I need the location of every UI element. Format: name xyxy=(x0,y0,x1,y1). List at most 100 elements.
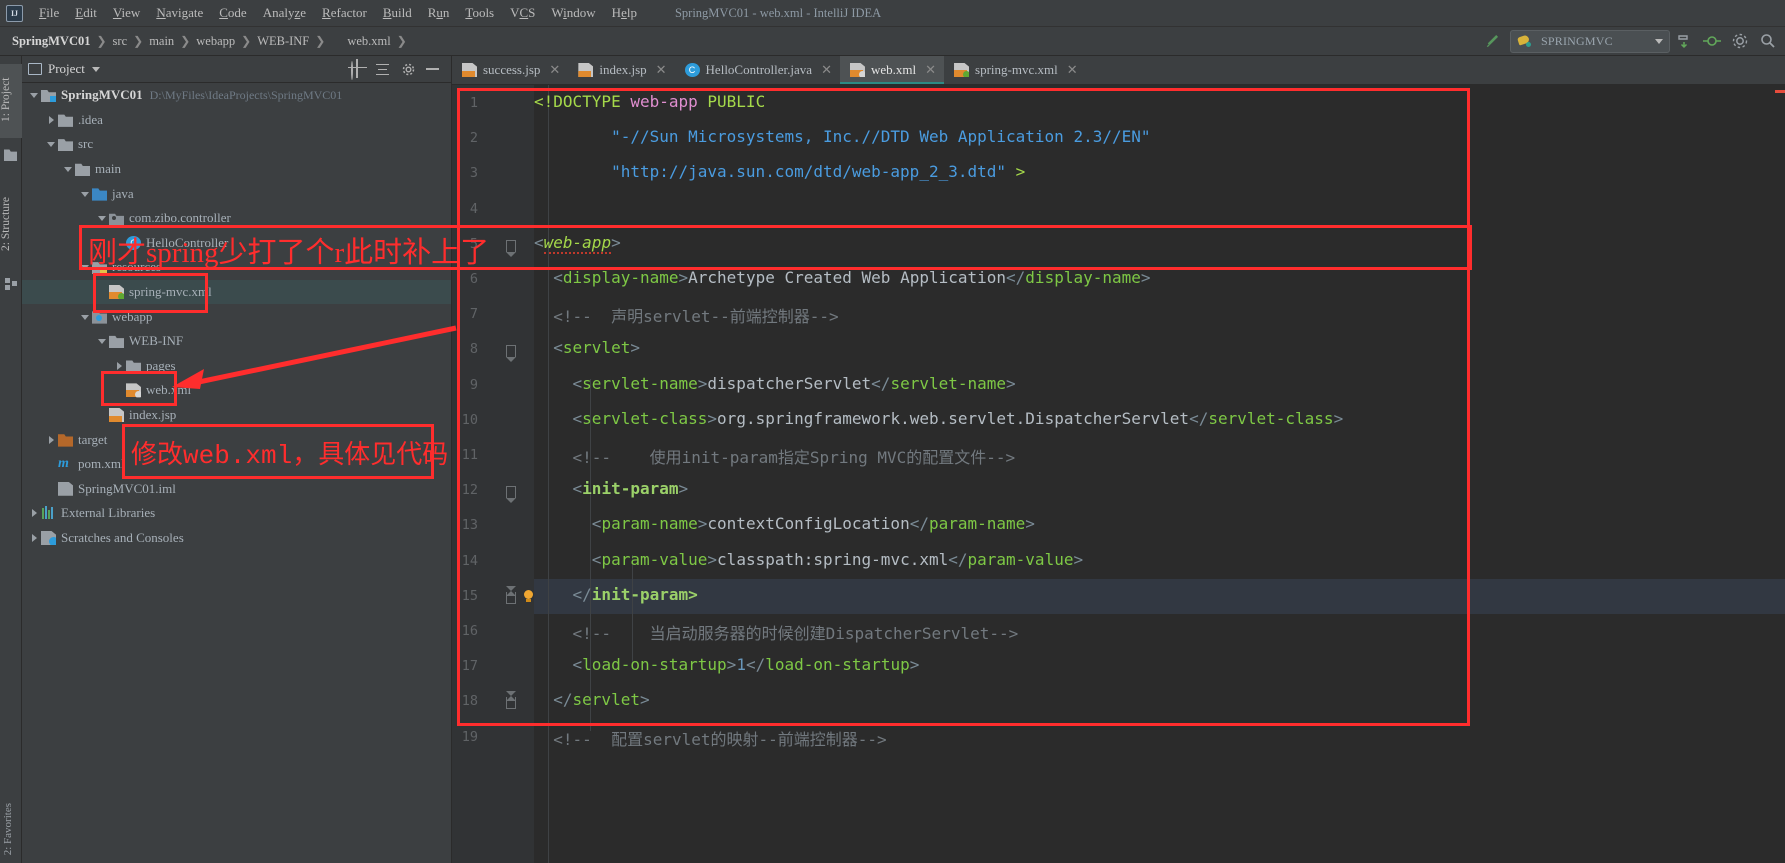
tree-node-web-inf[interactable]: WEB-INF xyxy=(22,329,451,354)
code-editor[interactable]: 1 2 3 4 5 6 7 8 9 10 11 12 13 14 15 16 17 18 19 <!DOCTYPE … xyxy=(452,85,1785,863)
menu-item-edit[interactable]: Edit xyxy=(67,2,105,24)
settings-gear-icon[interactable] xyxy=(1729,30,1751,52)
close-icon[interactable]: ✕ xyxy=(1067,62,1078,78)
tree-node-web-xml[interactable]: web.xml xyxy=(22,378,451,403)
tree-node-com-zibo-controller[interactable]: com.zibo.controller xyxy=(22,206,451,231)
editor-tab-hellocontroller-java[interactable]: C HelloController.java ✕ xyxy=(675,56,840,84)
menu-item-code[interactable]: Code xyxy=(211,2,254,24)
tree-node-springmvc01[interactable]: SpringMVC01 D:\MyFiles\IdeaProjects\Sprin… xyxy=(22,83,451,108)
editor-tab-success-jsp[interactable]: success.jsp ✕ xyxy=(452,56,568,84)
code-line-16: <!-- 当启动服务器的时候创建DispatcherServlet--> xyxy=(534,620,1019,644)
breadcrumb-item-3[interactable]: webapp xyxy=(196,34,235,49)
tree-node-java[interactable]: java xyxy=(22,181,451,206)
code-token: > xyxy=(688,584,698,604)
editor-tab-index-jsp[interactable]: index.jsp ✕ xyxy=(568,56,674,84)
intellij-logo-icon: IJ xyxy=(6,4,23,22)
code-token: servlet xyxy=(572,690,640,710)
breadcrumb-item-5[interactable]: web.xml xyxy=(347,34,390,49)
menu-item-tools[interactable]: Tools xyxy=(457,2,502,24)
tree-node-external-libraries[interactable]: External Libraries xyxy=(22,501,451,526)
editor-tab-web-xml[interactable]: web.xml ✕ xyxy=(839,56,945,84)
menu-item-view[interactable]: View xyxy=(105,2,148,24)
project-tree[interactable]: SpringMVC01 D:\MyFiles\IdeaProjects\Sprin… xyxy=(22,83,451,863)
code-token: PUBLIC xyxy=(697,92,766,111)
close-icon[interactable]: ✕ xyxy=(821,62,832,78)
tree-expand-arrow-icon[interactable] xyxy=(45,433,58,446)
tree-node-scratches-and-consoles[interactable]: Scratches and Consoles xyxy=(22,526,451,551)
folder-icon xyxy=(75,163,90,177)
tool-tab-favorites[interactable]: 2: Favorites xyxy=(2,803,20,855)
hammer-icon[interactable] xyxy=(1481,30,1503,52)
tree-expand-arrow-icon[interactable] xyxy=(45,138,58,151)
close-icon[interactable]: ✕ xyxy=(656,62,667,78)
tree-expand-arrow-icon[interactable] xyxy=(79,187,92,200)
menu-item-navigate[interactable]: Navigate xyxy=(148,2,211,24)
tree-node-main[interactable]: main xyxy=(22,157,451,182)
collapse-all-icon[interactable] xyxy=(376,62,391,77)
locate-target-icon[interactable] xyxy=(351,60,366,80)
code-text[interactable]: <!DOCTYPE web-app PUBLIC "-//Sun Microsy… xyxy=(534,85,1785,863)
code-token: org.springframework.web.servlet.Dispatch… xyxy=(717,408,1190,428)
code-token: > xyxy=(639,690,650,710)
code-token: load-on-startup xyxy=(582,655,727,675)
tree-node-springmvc01-iml[interactable]: SpringMVC01.iml xyxy=(22,477,451,502)
tree-node-src[interactable]: src xyxy=(22,132,451,157)
code-token: > xyxy=(726,655,737,675)
breadcrumb-item-2[interactable]: main xyxy=(149,34,174,49)
menu-item-build[interactable]: Build xyxy=(375,2,420,24)
editor-gutter[interactable]: 1 2 3 4 5 6 7 8 9 10 11 12 13 14 15 16 17 18 19 xyxy=(452,85,534,863)
editor-tab-label: success.jsp xyxy=(483,62,541,77)
code-token: </ xyxy=(745,655,766,675)
menu-item-help[interactable]: Help xyxy=(604,2,645,24)
code-fold-toggle-icon[interactable] xyxy=(504,343,518,363)
menu-item-analyze[interactable]: Analyze xyxy=(255,2,314,24)
code-token: > xyxy=(1025,514,1035,534)
menu-item-window[interactable]: Window xyxy=(543,2,603,24)
code-fold-toggle-icon[interactable] xyxy=(504,484,518,504)
close-icon[interactable]: ✕ xyxy=(549,62,560,78)
hide-panel-icon[interactable] xyxy=(426,62,441,77)
tool-tab-project[interactable]: 1: Project xyxy=(0,64,22,138)
tree-node-index-jsp[interactable]: index.jsp xyxy=(22,403,451,428)
code-fold-toggle-icon[interactable] xyxy=(504,585,518,604)
tree-expand-arrow-icon[interactable] xyxy=(62,163,75,176)
tree-expand-arrow-icon[interactable] xyxy=(96,335,109,348)
code-fold-toggle-icon[interactable] xyxy=(504,691,518,710)
git-commit-icon[interactable] xyxy=(1701,30,1723,52)
tree-expand-arrow-icon[interactable] xyxy=(96,212,109,225)
tree-node-label: web.xml xyxy=(146,382,192,398)
tool-tab-structure[interactable]: 2: Structure xyxy=(0,178,22,270)
tree-node--idea[interactable]: .idea xyxy=(22,108,451,133)
search-everywhere-icon[interactable] xyxy=(1757,30,1779,52)
menu-item-file[interactable]: File xyxy=(31,2,67,24)
tree-expand-arrow-icon[interactable] xyxy=(28,89,41,102)
error-stripe-marker[interactable] xyxy=(1775,90,1785,93)
run-configuration-selector[interactable]: SPRINGMVC xyxy=(1510,29,1670,53)
code-token: < xyxy=(534,232,544,252)
code-token: > xyxy=(611,232,621,252)
editor-tab-spring-mvc-xml[interactable]: spring-mvc.xml ✕ xyxy=(944,56,1086,84)
code-token: init-param xyxy=(591,584,689,604)
menu-item-vcs[interactable]: VCS xyxy=(502,2,543,24)
tree-node-spring-mvc-xml[interactable]: spring-mvc.xml xyxy=(22,279,451,305)
tree-expand-arrow-icon[interactable] xyxy=(28,531,41,544)
code-fold-toggle-icon[interactable] xyxy=(504,238,518,257)
tree-expand-arrow-icon[interactable] xyxy=(28,507,41,520)
code-token: <!-- 声明servlet--前端控制器--> xyxy=(534,307,839,327)
git-update-icon[interactable] xyxy=(1673,30,1695,52)
menu-item-refactor[interactable]: Refactor xyxy=(314,2,375,24)
breadcrumb-item-1[interactable]: src xyxy=(113,34,128,49)
tree-node-webapp[interactable]: webapp xyxy=(22,304,451,329)
tree-expand-arrow-icon[interactable] xyxy=(79,310,92,323)
tree-node-pages[interactable]: pages xyxy=(22,354,451,379)
tree-expand-arrow-icon[interactable] xyxy=(45,113,58,126)
code-token: <!-- 使用init-param指定Spring MVC的配置文件--> xyxy=(534,448,1016,467)
breadcrumb-item-0[interactable]: SpringMVC01 xyxy=(12,34,90,49)
chevron-down-icon[interactable] xyxy=(91,66,100,72)
settings-gear-icon[interactable] xyxy=(401,62,416,77)
breadcrumb-item-4[interactable]: WEB-INF xyxy=(257,34,309,49)
close-icon[interactable]: ✕ xyxy=(925,62,936,78)
menu-item-run[interactable]: Run xyxy=(420,2,458,24)
code-token: param-value xyxy=(967,549,1074,569)
tree-expand-arrow-icon[interactable] xyxy=(113,359,126,372)
